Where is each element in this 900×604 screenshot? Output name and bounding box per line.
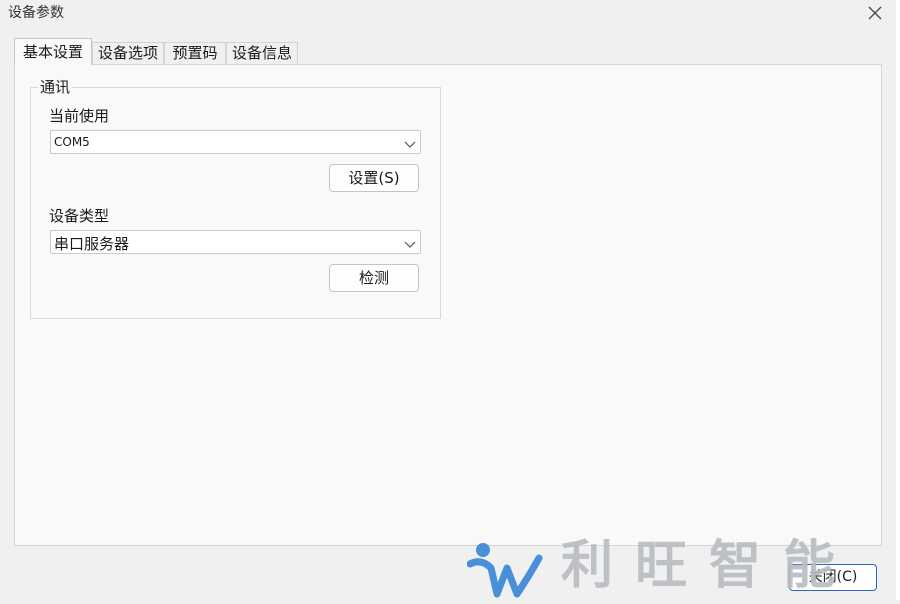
settings-button[interactable]: 设置(S): [329, 164, 419, 192]
chevron-down-icon: [404, 237, 416, 248]
tab-device-info[interactable]: 设备信息: [226, 42, 298, 64]
device-params-dialog: 设备参数 基本设置 设备选项 预置码 设备信息 通讯 当前使用 COM5 设置(…: [0, 0, 896, 600]
close-button[interactable]: 关闭(C): [789, 564, 877, 591]
device-type-value: 串口服务器: [54, 235, 130, 253]
current-port-value: COM5: [54, 135, 90, 149]
communication-group-title: 通讯: [38, 78, 73, 96]
window-edge: [896, 0, 900, 600]
chevron-down-icon: [404, 137, 416, 148]
current-port-label: 当前使用: [49, 107, 110, 125]
communication-group: 通讯 当前使用 COM5 设置(S) 设备类型 串口服务器 检测: [30, 79, 441, 319]
window-title: 设备参数: [8, 5, 64, 21]
device-type-label: 设备类型: [49, 207, 110, 225]
close-icon[interactable]: [864, 3, 886, 23]
tab-basic-settings[interactable]: 基本设置: [14, 38, 92, 65]
device-type-select[interactable]: 串口服务器: [50, 230, 421, 254]
current-port-select[interactable]: COM5: [50, 130, 421, 154]
tab-device-options[interactable]: 设备选项: [92, 42, 164, 64]
tab-panel-basic-settings: 通讯 当前使用 COM5 设置(S) 设备类型 串口服务器 检测: [14, 64, 882, 546]
tab-preset-codes[interactable]: 预置码: [164, 42, 226, 64]
detect-button[interactable]: 检测: [329, 264, 419, 292]
title-bar: 设备参数: [0, 0, 896, 26]
